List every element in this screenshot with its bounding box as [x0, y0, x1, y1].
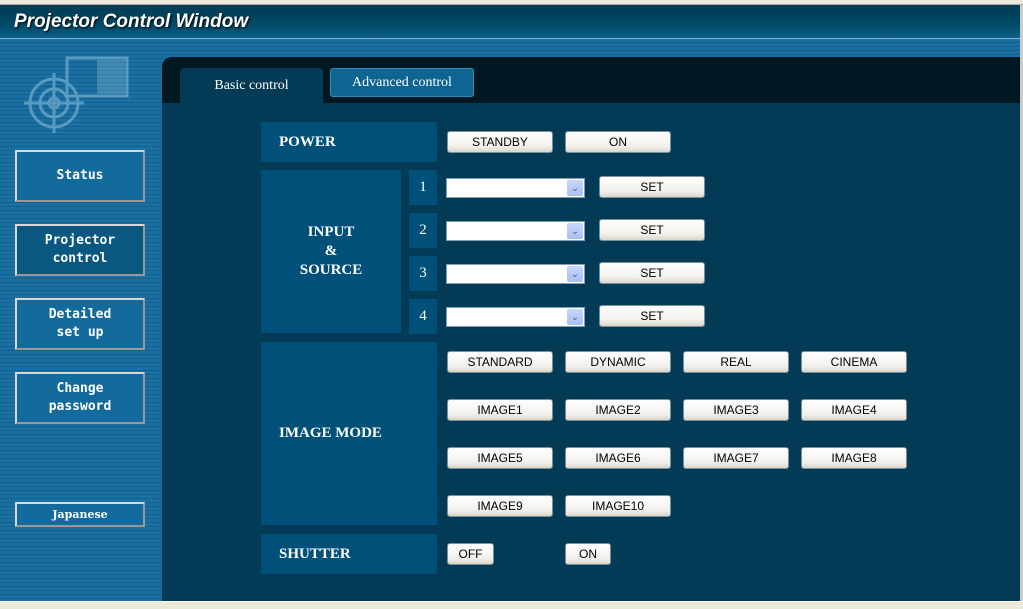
image-mode-button[interactable]: IMAGE3	[683, 399, 789, 421]
title-bar: Projector Control Window	[0, 5, 1020, 38]
chevron-down-icon[interactable]: ⌄	[567, 309, 583, 325]
tab-basic-control[interactable]: Basic control	[180, 68, 323, 103]
input-number: 4	[409, 299, 437, 334]
image-mode-button[interactable]: CINEMA	[801, 351, 907, 373]
image-mode-button[interactable]: IMAGE6	[565, 447, 671, 469]
standby-button[interactable]: STANDBY	[447, 131, 553, 153]
input-source-label: INPUT & SOURCE	[261, 170, 401, 333]
input-number: 1	[409, 170, 437, 205]
image-mode-label: IMAGE MODE	[261, 342, 437, 525]
image-mode-button[interactable]: REAL	[683, 351, 789, 373]
shutter-off-button[interactable]: OFF	[447, 543, 494, 565]
input-label-line: INPUT	[307, 224, 355, 240]
tab-advanced-control[interactable]: Advanced control	[330, 68, 474, 97]
image-mode-button[interactable]: IMAGE5	[447, 447, 553, 469]
window-title: Projector Control Window	[14, 11, 249, 32]
status-bar	[0, 601, 1023, 609]
input-set-button[interactable]: SET	[599, 219, 705, 241]
power-label: POWER	[261, 122, 437, 162]
shutter-on-button[interactable]: ON	[565, 543, 611, 565]
input-select[interactable]: ⌄	[446, 221, 585, 241]
sidebar-item-detailed-setup[interactable]: Detailed set up	[15, 298, 145, 350]
projector-logo-icon	[24, 56, 129, 133]
image-mode-button[interactable]: IMAGE4	[801, 399, 907, 421]
image-mode-button[interactable]: STANDARD	[447, 351, 553, 373]
image-mode-button[interactable]: IMAGE2	[565, 399, 671, 421]
input-set-button[interactable]: SET	[599, 262, 705, 284]
japanese-button[interactable]: Japanese	[15, 502, 145, 527]
input-select[interactable]: ⌄	[446, 178, 585, 198]
image-mode-button[interactable]: IMAGE7	[683, 447, 789, 469]
input-set-button[interactable]: SET	[599, 176, 705, 198]
image-mode-button[interactable]: IMAGE8	[801, 447, 907, 469]
image-mode-button[interactable]: IMAGE1	[447, 399, 553, 421]
chevron-down-icon[interactable]: ⌄	[567, 180, 583, 196]
chevron-down-icon[interactable]: ⌄	[567, 266, 583, 282]
sidebar-item-change-password[interactable]: Change password	[15, 372, 145, 424]
input-set-button[interactable]: SET	[599, 305, 705, 327]
power-on-button[interactable]: ON	[565, 131, 671, 153]
input-number: 3	[409, 256, 437, 291]
chevron-down-icon[interactable]: ⌄	[567, 223, 583, 239]
shutter-label: SHUTTER	[261, 534, 437, 574]
input-label-line: SOURCE	[299, 262, 363, 278]
tab-bar: Basic control Advanced control	[162, 57, 1020, 103]
input-label-line: &	[324, 243, 338, 259]
image-mode-button[interactable]: IMAGE9	[447, 495, 553, 517]
main-panel: Basic control Advanced control POWER STA…	[162, 57, 1020, 601]
input-select[interactable]: ⌄	[446, 264, 585, 284]
image-mode-button[interactable]: IMAGE10	[565, 495, 671, 517]
input-number: 2	[409, 213, 437, 248]
input-select[interactable]: ⌄	[446, 307, 585, 327]
sidebar-item-status[interactable]: Status	[15, 150, 145, 202]
image-mode-button[interactable]: DYNAMIC	[565, 351, 671, 373]
sidebar-item-projector-control[interactable]: Projector control	[15, 224, 145, 276]
